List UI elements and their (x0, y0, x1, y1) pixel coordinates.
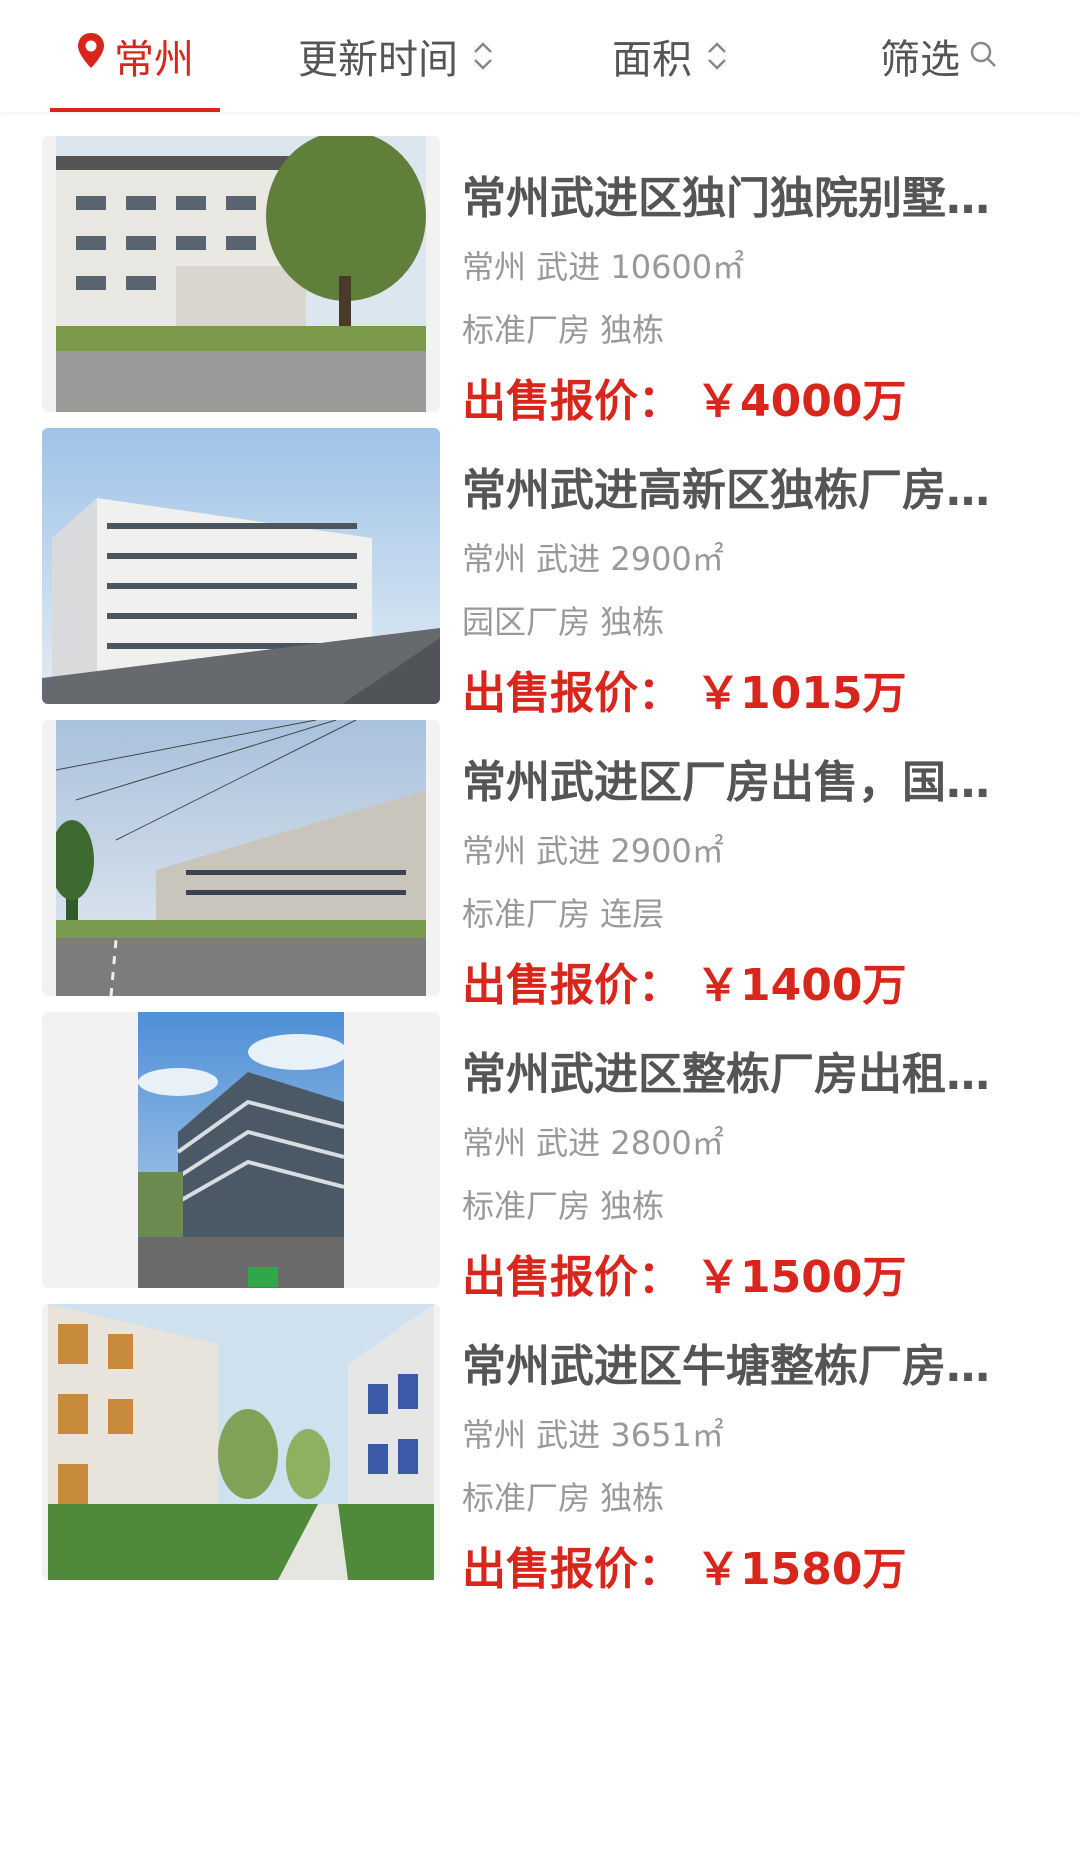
search-icon (968, 33, 998, 79)
listing-location-area: 常州 武进 2900㎡ (462, 832, 724, 870)
listing-location-area: 常州 武进 2800㎡ (462, 1124, 724, 1162)
listing-tags: 标准厂房 独栋 (462, 1187, 665, 1225)
listing-item[interactable]: 常州武进区牛塘整栋厂房… 常州 武进 3651㎡ 标准厂房 独栋 出售报价： ￥1… (0, 1280, 1080, 1595)
listing-item[interactable]: 常州武进区独门独院别墅… 常州 武进 10600㎡ 标准厂房 独栋 出售报价： ￥… (0, 112, 1080, 427)
listing-title[interactable]: 常州武进区整栋厂房出租… (462, 1038, 1002, 1102)
listing-title[interactable]: 常州武进区厂房出售，国… (462, 746, 1002, 810)
listing-item[interactable]: 常州武进区整栋厂房出租… 常州 武进 2800㎡ 标准厂房 独栋 出售报价： ￥1… (0, 988, 1080, 1303)
tab-filter-label: 筛选 (880, 37, 960, 83)
filter-bar: 常州 更新时间 面积 筛选 (0, 0, 1080, 112)
listing-thumbnail[interactable] (42, 428, 440, 704)
tab-filter[interactable]: 筛选 (880, 0, 998, 112)
tab-city[interactable]: 常州 (50, 0, 220, 112)
tab-update-time[interactable]: 更新时间 (298, 0, 494, 112)
listing-price: 出售报价： ￥1580万 (462, 1533, 906, 1597)
listing-item[interactable]: 常州武进高新区独栋厂房… 常州 武进 2900㎡ 园区厂房 独栋 出售报价： ￥1… (0, 404, 1080, 719)
listing-thumbnail[interactable] (42, 1012, 440, 1288)
listing-item[interactable]: 常州武进区厂房出售，国… 常州 武进 2900㎡ 标准厂房 连层 出售报价： ￥1… (0, 696, 1080, 1011)
listing-title[interactable]: 常州武进高新区独栋厂房… (462, 454, 1002, 518)
listing-thumbnail[interactable] (42, 1304, 440, 1580)
listing-tags: 园区厂房 独栋 (462, 603, 665, 641)
listing-location-area: 常州 武进 3651㎡ (462, 1416, 724, 1454)
listing-thumbnail[interactable] (42, 720, 440, 996)
tab-area[interactable]: 面积 (612, 0, 728, 112)
listing-location-area: 常州 武进 2900㎡ (462, 540, 724, 578)
tab-update-time-label: 更新时间 (298, 37, 458, 83)
price-label: 出售报价： (462, 1544, 682, 1595)
tab-city-label: 常州 (114, 37, 194, 83)
listing-title[interactable]: 常州武进区独门独院别墅… (462, 162, 1002, 226)
listing-tags: 标准厂房 独栋 (462, 311, 665, 349)
price-amount: ￥1580万 (696, 1544, 907, 1595)
tab-area-label: 面积 (612, 37, 692, 83)
sort-arrows-icon (706, 39, 728, 73)
sort-arrows-icon (472, 39, 494, 73)
listing-thumbnail[interactable] (42, 136, 440, 412)
location-pin-icon (76, 32, 106, 80)
listing-location-area: 常州 武进 10600㎡ (462, 248, 745, 286)
listing-tags: 标准厂房 连层 (462, 895, 665, 933)
listing-tags: 标准厂房 独栋 (462, 1479, 665, 1517)
listing-title[interactable]: 常州武进区牛塘整栋厂房… (462, 1330, 1002, 1394)
